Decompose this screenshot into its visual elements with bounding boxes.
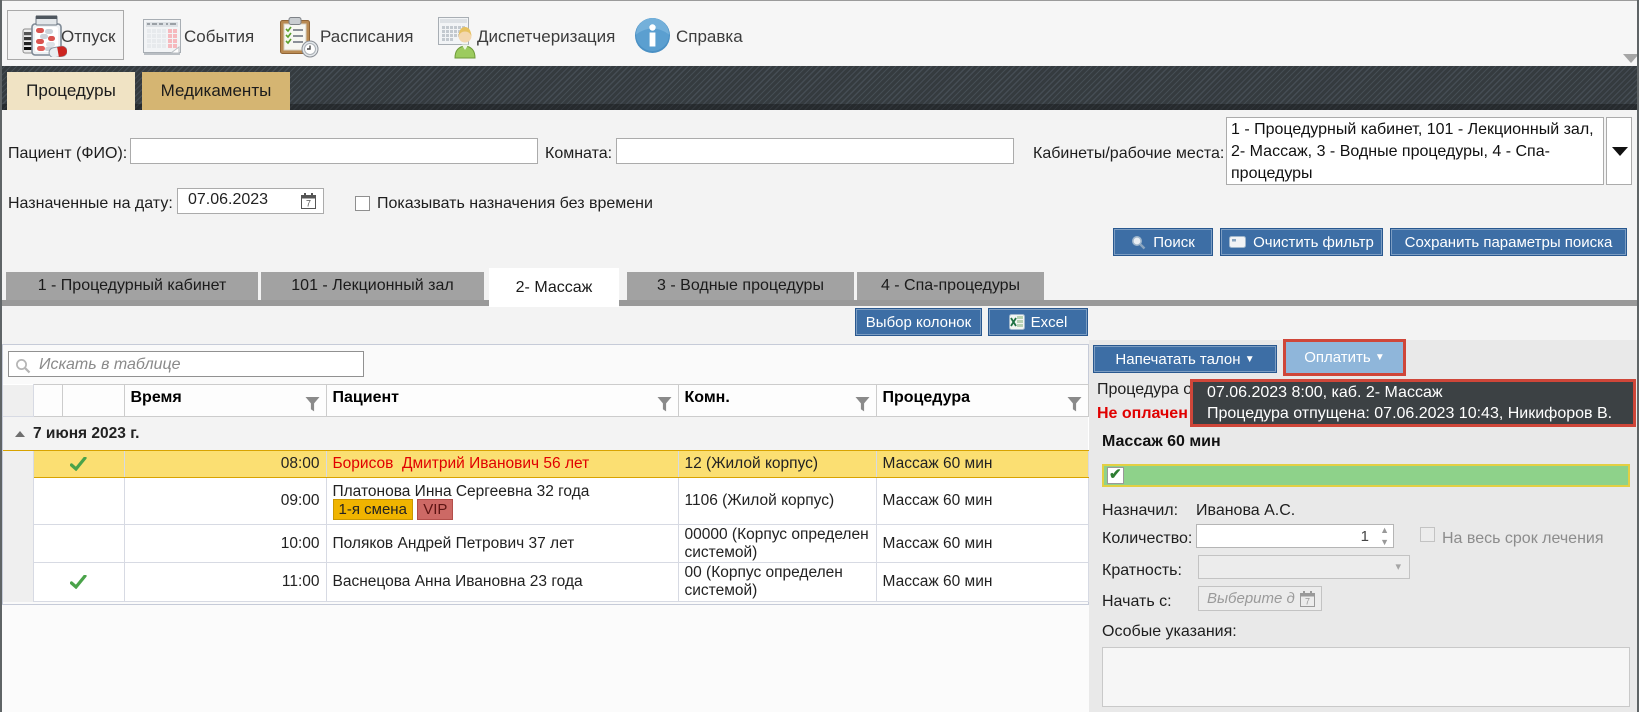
svg-text:7: 7: [1305, 597, 1310, 607]
svg-text:7: 7: [306, 199, 311, 209]
